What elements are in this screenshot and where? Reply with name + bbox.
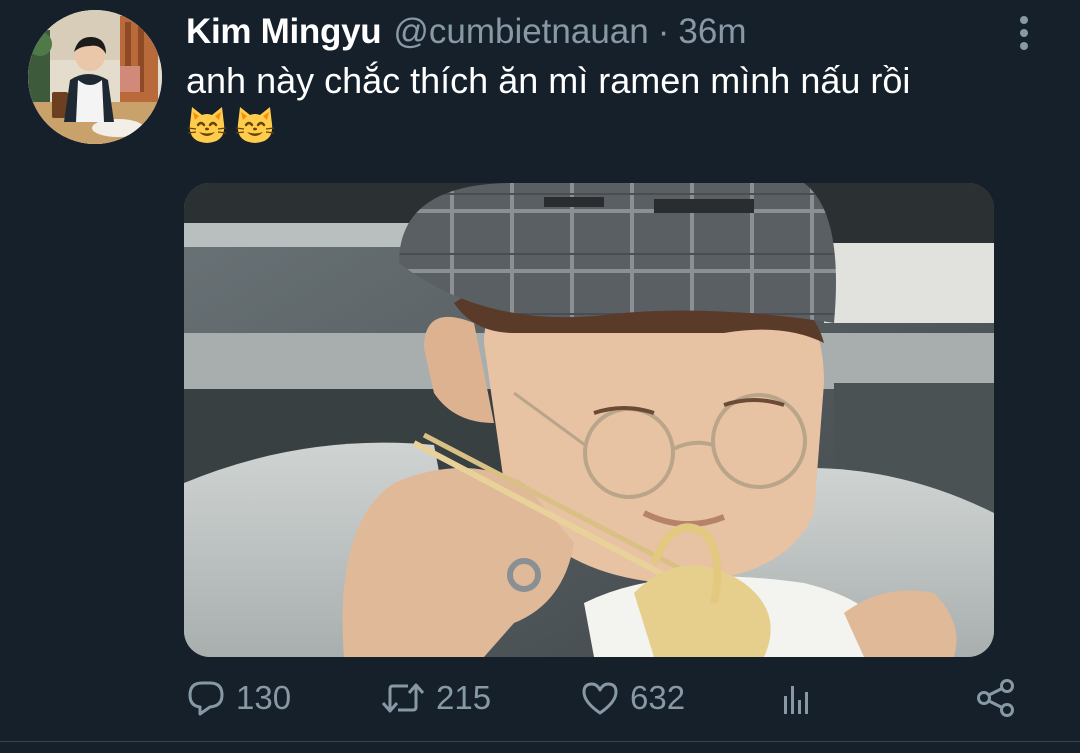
like-button[interactable]: 632	[580, 676, 685, 720]
smiling-cat-face-icon	[187, 107, 227, 143]
share-icon	[977, 679, 1014, 717]
smiling-cat-face-icon	[235, 107, 275, 143]
heart-icon	[582, 682, 618, 715]
tweet-header: Kim Mingyu @cumbietnauan · 36m	[186, 12, 747, 58]
more-vertical-icon	[1020, 16, 1028, 50]
author-display-name[interactable]: Kim Mingyu	[186, 12, 382, 52]
share-button[interactable]	[974, 676, 1018, 720]
retweet-icon	[381, 683, 425, 713]
reply-icon	[188, 681, 224, 716]
avatar[interactable]	[28, 10, 162, 144]
more-options-button[interactable]	[1012, 14, 1036, 54]
tweet-actions: 130 215 632	[184, 676, 1024, 720]
tweet-timestamp[interactable]: 36m	[678, 12, 746, 52]
reply-button[interactable]: 130	[186, 676, 291, 720]
like-count: 632	[630, 679, 686, 716]
retweet-button[interactable]: 215	[380, 676, 491, 720]
tweet: Kim Mingyu @cumbietnauan · 36m anh này c…	[0, 0, 1080, 753]
tweet-media-photo[interactable]	[184, 183, 994, 657]
analytics-button[interactable]	[776, 676, 816, 720]
avatar-photo	[28, 10, 162, 144]
reply-count: 130	[236, 679, 292, 716]
tweet-divider	[0, 741, 1080, 742]
analytics-icon	[784, 686, 808, 714]
author-handle[interactable]: @cumbietnauan	[393, 12, 648, 52]
tweet-emojis	[186, 104, 276, 146]
photo-person-eating-noodles	[184, 183, 994, 657]
header-separator: ·	[657, 12, 670, 51]
tweet-text: anh này chắc thích ăn mì ramen mình nấu …	[186, 60, 911, 101]
retweet-count: 215	[436, 679, 492, 716]
